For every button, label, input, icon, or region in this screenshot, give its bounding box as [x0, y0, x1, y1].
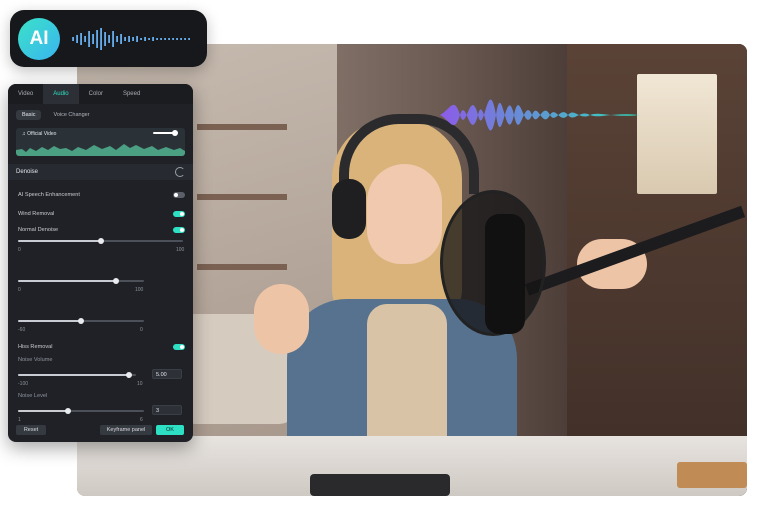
clip-volume-knob[interactable]: [171, 130, 178, 136]
noise-level-label: Noise Level: [18, 393, 48, 399]
slider-knob[interactable]: [65, 408, 72, 414]
slider-fill: [18, 280, 117, 282]
normal-denoise-slider[interactable]: [18, 238, 183, 244]
tab-video[interactable]: Video: [8, 84, 43, 104]
shelf: [197, 194, 287, 200]
clip-title: ♫ Official Video: [22, 131, 57, 137]
slider-max: 100: [135, 287, 144, 293]
person-hand-left: [254, 284, 309, 354]
slider-fill: [18, 320, 81, 322]
wind-removal-label: Wind Removal: [18, 211, 55, 217]
slider-knob[interactable]: [125, 372, 132, 378]
slider-max: 100: [176, 247, 185, 253]
normal-denoise-toggle[interactable]: [173, 227, 185, 233]
reset-button[interactable]: Reset: [16, 425, 46, 435]
ai-waveform-icon: [72, 28, 190, 50]
tab-audio[interactable]: Audio: [43, 84, 79, 104]
slider-fill: [18, 240, 101, 242]
subtabs: Basic Voice Changer: [16, 110, 96, 120]
slider-fill: [18, 410, 69, 412]
slider-max: 0: [140, 327, 143, 333]
panel-tabs: Video Audio Color Speed: [8, 84, 193, 104]
tab-color[interactable]: Color: [79, 84, 113, 104]
tertiary-slider[interactable]: [18, 318, 144, 324]
keyframe-panel-button[interactable]: Keyframe panel: [100, 425, 152, 435]
ok-button[interactable]: OK: [156, 425, 184, 435]
noise-level-input[interactable]: 3: [152, 405, 182, 415]
noise-volume-slider[interactable]: [18, 372, 136, 378]
audio-settings-panel: Video Audio Color Speed Basic Voice Chan…: [8, 84, 193, 442]
ai-speech-enhancement-toggle[interactable]: [173, 192, 185, 198]
voice-waveform-graphic: [440, 99, 640, 131]
slider-min: -100: [18, 381, 29, 387]
slider-max: 6: [140, 417, 143, 423]
slider-fill: [18, 374, 129, 376]
slider-max: 10: [137, 381, 143, 387]
tablet: [310, 474, 450, 496]
subtab-voice-changer[interactable]: Voice Changer: [47, 110, 95, 120]
reset-icon[interactable]: [175, 167, 185, 177]
subtab-basic[interactable]: Basic: [16, 110, 42, 120]
slider-min: 1: [18, 417, 21, 423]
person-top: [367, 304, 447, 454]
slider-min: 0: [18, 247, 21, 253]
ai-speech-enhancement-label: AI Speech Enhancement: [18, 192, 80, 198]
denoise-label: Denoise: [16, 169, 39, 175]
slider-min: -60: [18, 327, 26, 333]
denoise-section-header: Denoise: [8, 164, 193, 180]
slider-knob[interactable]: [78, 318, 84, 324]
ai-audio-badge: AI: [10, 10, 207, 67]
hiss-removal-toggle[interactable]: [173, 344, 185, 350]
slider-min: 0: [18, 287, 21, 293]
window: [637, 74, 717, 194]
wind-removal-toggle[interactable]: [173, 211, 185, 217]
secondary-slider[interactable]: [18, 278, 144, 284]
slider-knob[interactable]: [97, 238, 104, 244]
microphone: [485, 214, 525, 334]
audio-clip-preview: ♫ Official Video: [16, 128, 185, 156]
normal-denoise-label: Normal Denoise: [18, 227, 59, 233]
headphone-earcup: [332, 179, 366, 239]
shelf: [197, 124, 287, 130]
noise-volume-label: Noise Volume: [18, 357, 53, 363]
tab-speed[interactable]: Speed: [113, 84, 150, 104]
notebook: [677, 462, 747, 488]
shelf: [197, 264, 287, 270]
slider-knob[interactable]: [113, 278, 120, 284]
clip-waveform: [16, 144, 185, 156]
noise-level-slider[interactable]: [18, 408, 144, 414]
hiss-removal-label: Hiss Removal: [18, 344, 53, 350]
noise-volume-input[interactable]: 5.00: [152, 369, 182, 379]
ai-logo-icon: AI: [18, 18, 60, 60]
